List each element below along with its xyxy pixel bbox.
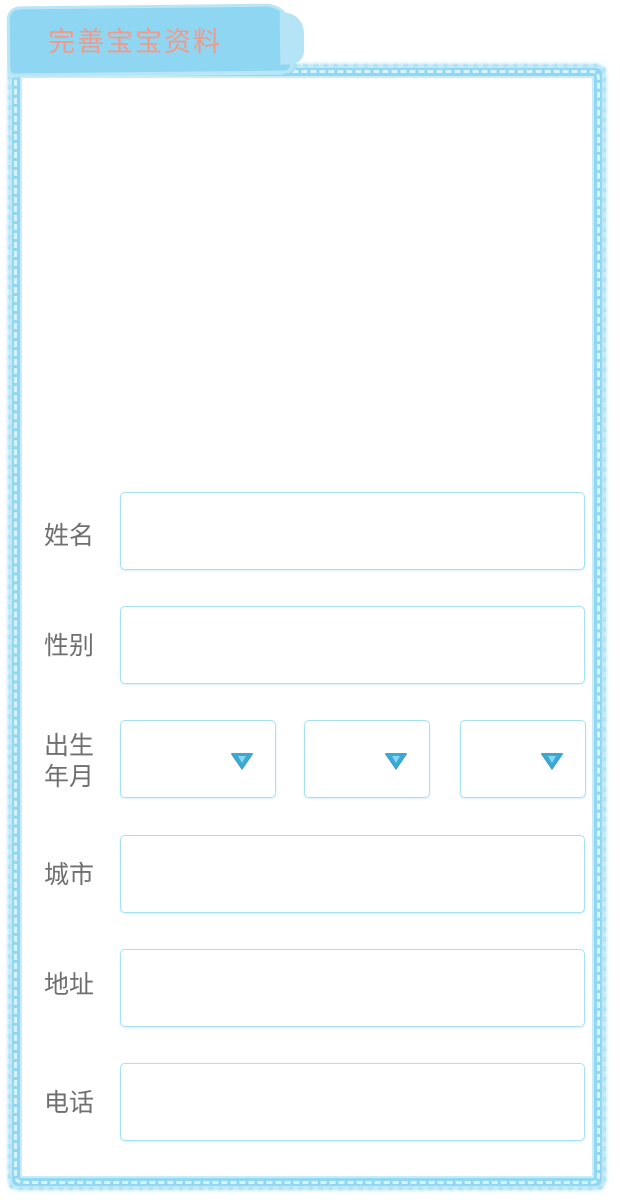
baby-profile-page: 完善宝宝资料 姓名 性别 出生年月 城市 地址 电话 (0, 0, 620, 1200)
triangle-down-icon (231, 753, 253, 769)
name-label: 姓名 (44, 521, 95, 550)
address-input[interactable] (120, 949, 585, 1027)
city-label: 城市 (44, 860, 95, 889)
gender-input[interactable] (120, 606, 585, 684)
gender-label: 性别 (44, 631, 95, 660)
triangle-down-icon (541, 753, 563, 769)
birth-month-select[interactable] (304, 720, 430, 798)
birth-label: 出生年月 (44, 731, 95, 791)
page-title: 完善宝宝资料 (48, 27, 222, 58)
birth-day-select[interactable] (460, 720, 586, 798)
city-input[interactable] (120, 835, 585, 913)
phone-input[interactable] (120, 1063, 585, 1141)
name-input[interactable] (120, 492, 585, 570)
birth-year-select[interactable] (120, 720, 276, 798)
triangle-down-icon (385, 753, 407, 769)
address-label: 地址 (44, 970, 95, 999)
phone-label: 电话 (44, 1088, 95, 1117)
